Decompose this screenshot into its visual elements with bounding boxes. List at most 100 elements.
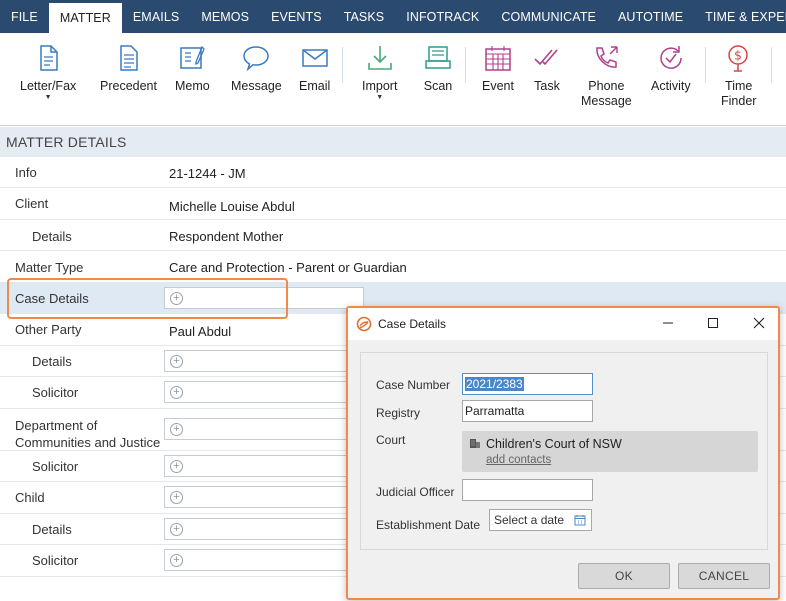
add-icon[interactable]: + [170,423,183,436]
email-button[interactable]: Email [299,43,330,94]
child-field[interactable]: + [164,486,364,508]
letter-fax-button[interactable]: Letter/Fax ▼ [20,43,76,102]
ribbon-separator [342,47,343,83]
add-icon[interactable]: + [170,491,183,504]
dcj-label-line1: Department of [15,418,98,433]
dcj-solicitor-field[interactable]: + [164,455,364,477]
close-button[interactable] [747,312,771,334]
tab-communicate[interactable]: COMMUNICATE [490,0,607,33]
tab-matter[interactable]: MATTER [48,3,122,33]
court-contact-card[interactable]: Children's Court of NSW add contacts [462,431,758,472]
task-button[interactable]: Task [532,43,562,94]
client-details-value[interactable]: Respondent Mother [169,229,283,244]
client-details-label: Details [32,229,72,244]
client-value[interactable]: Michelle Louise Abdul [169,199,295,214]
scan-button[interactable]: Scan [423,43,453,94]
row-client-details: Details Respondent Mother [0,220,786,251]
scanner-icon [425,46,451,69]
cancel-button[interactable]: CANCEL [678,563,770,589]
message-button[interactable]: Message [231,43,282,94]
tab-autotime[interactable]: AUTOTIME [607,0,694,33]
court-label: Court [376,433,406,447]
add-contacts-link[interactable]: add contacts [486,454,551,466]
dollar-search-icon: $ [727,45,748,72]
child-details-label: Details [32,522,72,537]
other-party-value[interactable]: Paul Abdul [169,324,231,339]
info-value[interactable]: 21-1244 - JM [169,166,246,181]
import-button[interactable]: Import ▼ [362,43,397,102]
main-menu-bar: FILE MATTER EMAILS MEMOS EVENTS TASKS IN… [0,0,786,33]
case-details-dialog: Case Details Case Number 2021/2383 Regis… [346,306,780,600]
dcj-label: Department of Communities and Justice [15,417,160,451]
other-party-solicitor-field[interactable]: + [164,381,364,403]
ribbon-separator [705,47,706,83]
add-icon[interactable]: + [170,554,183,567]
chevron-down-icon: ▼ [376,94,384,101]
case-number-label: Case Number [376,378,451,392]
svg-text:$: $ [734,49,742,63]
other-party-solicitor-label: Solicitor [32,385,79,400]
building-icon [470,439,480,448]
child-details-field[interactable]: + [164,518,364,540]
info-label: Info [15,165,37,180]
dialog-title: Case Details [378,317,447,331]
dialog-title-bar[interactable]: Case Details [348,308,778,340]
minimize-icon [663,322,673,324]
close-icon [753,317,765,329]
other-party-details-label: Details [32,354,72,369]
maximize-button[interactable] [701,312,725,334]
time-finder-button[interactable]: $ Time Finder [721,43,756,109]
dcj-field[interactable]: + [164,418,364,440]
client-label: Client [15,196,49,211]
add-icon[interactable]: + [170,523,183,536]
tab-events[interactable]: EVENTS [260,0,333,33]
case-details-highlight [7,278,288,319]
date-placeholder: Select a date [494,513,565,527]
matter-details-header: MATTER DETAILS [0,127,786,157]
registry-input[interactable]: Parramatta [462,400,593,422]
child-solicitor-field[interactable]: + [164,549,364,571]
dcj-solicitor-label: Solicitor [32,459,79,474]
tab-memos[interactable]: MEMOS [190,0,260,33]
tab-tasks[interactable]: TASKS [333,0,396,33]
chevron-down-icon: ▼ [44,94,52,101]
speech-bubble-icon [243,46,270,72]
matter-type-label: Matter Type [15,260,84,275]
tab-time-expenses[interactable]: TIME & EXPENSES [694,0,786,33]
child-solicitor-label: Solicitor [32,553,79,568]
ribbon-toolbar: Letter/Fax ▼ Precedent Memo Message Emai… [0,33,786,126]
add-icon[interactable]: + [170,355,183,368]
calendar-icon [485,46,511,71]
court-name: Children's Court of NSW [486,437,622,451]
activity-icon [660,46,682,69]
tab-file[interactable]: FILE [0,0,49,33]
event-button[interactable]: Event [482,43,514,94]
registry-label: Registry [376,406,421,420]
calendar-icon[interactable] [574,514,586,526]
judicial-officer-input[interactable] [462,479,593,501]
document-icon [40,45,58,71]
establishment-date-picker[interactable]: Select a date [489,509,592,531]
add-icon[interactable]: + [170,386,183,399]
download-icon [367,46,392,70]
add-icon[interactable]: + [170,460,183,473]
activity-button[interactable]: Activity [651,43,691,94]
tab-infotrack[interactable]: INFOTRACK [395,0,490,33]
app-logo-icon [356,316,372,332]
ribbon-separator [771,47,772,83]
phone-message-button[interactable]: Phone Message [581,43,632,109]
judicial-officer-label: Judicial Officer [376,485,455,499]
memo-button[interactable]: Memo [175,43,210,94]
memo-icon [180,45,206,69]
other-party-details-field[interactable]: + [164,350,364,372]
case-number-input[interactable]: 2021/2383 [462,373,593,395]
dcj-label-line2: Communities and Justice [15,435,161,450]
matter-type-value[interactable]: Care and Protection - Parent or Guardian [169,260,407,275]
establishment-date-label: Establishment Date [376,518,481,532]
ok-button[interactable]: OK [578,563,670,589]
double-check-icon [534,49,558,66]
minimize-button[interactable] [656,312,680,334]
tab-emails[interactable]: EMAILS [122,0,190,33]
ribbon-separator [465,47,466,83]
precedent-button[interactable]: Precedent [100,43,157,94]
